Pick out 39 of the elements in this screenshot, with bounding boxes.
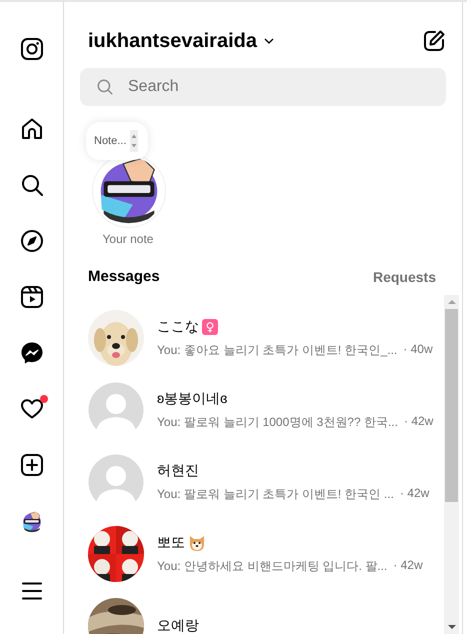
dog-face-icon [188, 534, 206, 552]
timestamp: · 42w [404, 414, 434, 430]
avatar-icon [88, 382, 144, 438]
search-field[interactable]: Search [80, 68, 446, 106]
contact-name: 뽀또 [157, 534, 185, 552]
requests-link[interactable]: Requests [372, 268, 436, 284]
message-thread[interactable]: 허현진 You: 팔로워 늘리기 초특가 이벤트! 한국인 ... · 42w [64, 446, 444, 518]
message-thread[interactable]: ʚ봉봉이네ɞ You: 팔로워 늘리기 1000명에 3천원?? 한국... · 42w [64, 374, 444, 446]
message-thread[interactable]: 오예랑 [64, 590, 444, 634]
compass-icon[interactable] [20, 229, 44, 253]
video-icon[interactable] [20, 285, 44, 309]
message-preview: You: 팔로워 늘리기 초특가 이벤트! 한국인 ... [157, 486, 394, 502]
timestamp: · 40w [403, 342, 433, 358]
plus-icon[interactable] [20, 453, 44, 477]
search-icon[interactable] [20, 173, 44, 197]
home-icon[interactable] [20, 117, 44, 141]
note-bubble[interactable]: Note... [86, 122, 148, 160]
message-preview: You: 좋아요 늘리기 초특가 이벤트! 한국인_... [157, 342, 398, 358]
message-preview: You: 팔로워 늘리기 1000명에 3천원?? 한국... [157, 414, 398, 430]
account-switcher[interactable]: iukhantsevairaida [88, 30, 275, 52]
contact-name: ʚ봉봉이네ɞ [157, 390, 228, 408]
contact-name: ここな [157, 318, 199, 336]
contact-name: 허현진 [157, 462, 199, 480]
timestamp: · 42w [393, 558, 423, 574]
instagram-logo-icon[interactable] [20, 37, 44, 61]
scrollbar[interactable] [444, 295, 459, 634]
contact-name: 오예랑 [157, 617, 199, 634]
compose-icon[interactable] [422, 29, 446, 53]
section-title: Messages [88, 268, 160, 285]
timestamp: · 42w [400, 486, 430, 502]
message-preview: You: 안녕하세요 비핸드마케팅 입니다. 팔... [157, 558, 388, 574]
messenger-icon[interactable] [20, 341, 44, 365]
gender-sign: ♀ [202, 318, 218, 334]
spinner-icon [130, 130, 138, 152]
heart-icon[interactable] [20, 397, 44, 421]
note-label: Your note [102, 232, 154, 246]
avatar-icon [88, 454, 144, 510]
message-thread[interactable]: ここな ♀ You: 좋아요 늘리기 초특가 이벤트! 한국인_... · 40w [64, 302, 444, 374]
message-thread[interactable]: 뽀또 You: 안녕하세요 비핸드마케팅 입니다. 팔... · 42w [64, 518, 444, 590]
